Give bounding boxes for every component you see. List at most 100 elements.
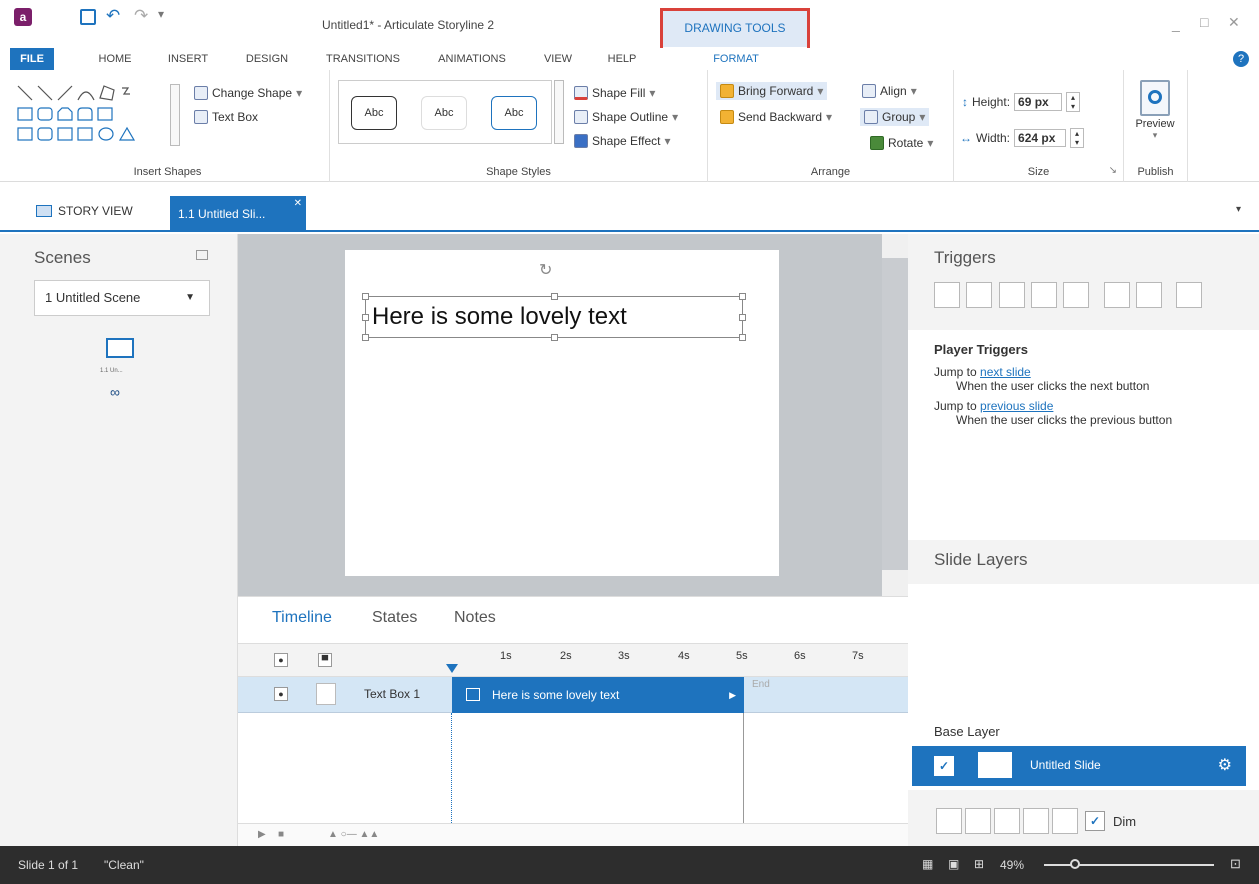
move-down-button[interactable] <box>1136 282 1163 308</box>
zoom-slider[interactable] <box>1044 859 1214 869</box>
style-sample-1[interactable]: Abc <box>351 96 397 130</box>
trigger-item-1[interactable]: Jump to next slide When the user clicks … <box>934 365 1233 393</box>
close-tab-icon[interactable]: ✕ <box>294 186 302 222</box>
tab-notes[interactable]: Notes <box>454 609 496 627</box>
move-up-button[interactable] <box>1103 282 1130 308</box>
minimize-button[interactable]: _ <box>1172 16 1180 32</box>
dim-checkbox[interactable]: ✓ <box>1085 811 1105 831</box>
undo-icon[interactable]: ↶ <box>106 6 120 26</box>
lock-icon[interactable]: ▀ <box>318 653 332 667</box>
shape-outline-button[interactable]: Shape Outline ▾ <box>574 110 678 124</box>
save-icon[interactable] <box>80 9 96 25</box>
play-icon[interactable]: ▶ <box>258 829 266 840</box>
tab-format[interactable]: FORMAT <box>676 48 796 70</box>
timeline-row[interactable]: ● Text Box 1 Here is some lovely text ▶ … <box>238 677 908 713</box>
tab-home[interactable]: HOME <box>90 48 140 70</box>
tick-1s: 1s <box>500 650 512 662</box>
text-box-button[interactable]: Text Box <box>194 110 258 124</box>
zoom-slider-icon[interactable]: ▲ ○— ▲▲ <box>328 829 379 840</box>
size-dialog-launcher-icon[interactable]: ↘ <box>1109 165 1117 176</box>
tab-file[interactable]: FILE <box>10 48 54 70</box>
tab-states[interactable]: States <box>372 609 417 627</box>
normal-view-icon[interactable]: ▦ <box>922 857 933 871</box>
new-trigger-button[interactable] <box>934 282 960 308</box>
scenes-popout-icon[interactable] <box>196 250 208 260</box>
help-icon[interactable]: ? <box>1233 51 1249 67</box>
quick-access-menu-icon[interactable]: ▾ <box>158 7 164 21</box>
row-lock-toggle[interactable] <box>316 683 336 705</box>
group-button[interactable]: Group ▾ <box>860 108 930 126</box>
width-spinner[interactable]: ▴ ▾ <box>1070 128 1085 148</box>
trigger-item-2[interactable]: Jump to previous slide When the user cli… <box>934 399 1233 427</box>
tab-timeline[interactable]: Timeline <box>272 609 332 627</box>
width-input[interactable]: 624 px <box>1014 129 1067 147</box>
delete-layer-button[interactable] <box>1052 808 1078 834</box>
bring-forward-button[interactable]: Bring Forward ▾ <box>716 82 828 100</box>
fit-to-window-icon[interactable]: ⊡ <box>1230 856 1241 872</box>
slide-canvas[interactable]: ↻ Here is some lovely text <box>345 250 779 576</box>
preview-button[interactable]: Preview ▾ <box>1130 78 1180 148</box>
maximize-button[interactable]: □ <box>1200 14 1208 30</box>
bring-forward-label: Bring Forward <box>738 84 814 98</box>
change-shape-button[interactable]: Change Shape ▾ <box>194 86 302 100</box>
tab-story-view[interactable]: STORY VIEW <box>36 204 133 218</box>
height-spinner[interactable]: ▴ ▾ <box>1066 92 1081 112</box>
presenter-icon[interactable]: ⊞ <box>974 857 984 871</box>
slide-thumbnail[interactable] <box>106 338 134 358</box>
tab-slide[interactable]: 1.1 Untitled Sli... ✕ <box>170 196 306 232</box>
preview-label: Preview <box>1135 118 1175 130</box>
tab-transitions[interactable]: TRANSITIONS <box>316 48 410 70</box>
send-backward-button[interactable]: Send Backward ▾ <box>720 110 832 124</box>
shape-fill-button[interactable]: Shape Fill ▾ <box>574 86 655 100</box>
tab-insert[interactable]: INSERT <box>162 48 214 70</box>
paste-trigger-button[interactable] <box>1031 282 1058 308</box>
next-slide-link[interactable]: next slide <box>980 365 1031 379</box>
scene-dropdown[interactable]: 1 Untitled Scene ▼ <box>34 280 210 316</box>
playhead[interactable] <box>446 664 458 673</box>
copy-trigger-button[interactable] <box>998 282 1025 308</box>
stage-vertical-scrollbar[interactable] <box>882 234 908 596</box>
previous-slide-link[interactable]: previous slide <box>980 399 1053 413</box>
style-scroll[interactable] <box>554 80 564 144</box>
edit-trigger-button[interactable] <box>966 282 993 308</box>
timeline-header: ● ▀ 1s 2s 3s 4s 5s 6s 7s <box>238 643 908 677</box>
slide-layers-panel: Slide Layers Base Layer ✓ Untitled Slide… <box>908 540 1259 846</box>
redo-icon[interactable]: ↷ <box>134 6 148 26</box>
close-button[interactable]: ✕ <box>1228 14 1240 31</box>
scenes-panel: Scenes 1 Untitled Scene ▼ 1.1 Un... ∞ <box>0 234 238 846</box>
layer-checkbox[interactable]: ✓ <box>934 756 954 776</box>
align-button[interactable]: Align ▾ <box>862 84 917 98</box>
slide-view-icon[interactable]: ▣ <box>948 857 959 871</box>
style-sample-2[interactable]: Abc <box>421 96 467 130</box>
rotate-button[interactable]: Rotate ▾ <box>870 136 933 150</box>
title-bar: a ↶ ↷ ▾ Untitled1* - Articulate Storylin… <box>0 0 1259 48</box>
stop-icon[interactable]: ■ <box>278 829 284 840</box>
paste-layer-button[interactable] <box>1023 808 1049 834</box>
tick-7s: 7s <box>852 650 864 662</box>
shape-gallery[interactable] <box>16 84 164 146</box>
tab-animations[interactable]: ANIMATIONS <box>426 48 518 70</box>
shape-effect-button[interactable]: Shape Effect ▾ <box>574 134 671 148</box>
status-bar: Slide 1 of 1 "Clean" ▦ ▣ ⊞ 49% ⊡ <box>0 846 1259 884</box>
tab-help[interactable]: HELP <box>600 48 644 70</box>
triggers-panel: Triggers Player Triggers Jump to next sl… <box>908 234 1259 540</box>
variables-button[interactable] <box>1176 282 1203 308</box>
slide-text-box[interactable]: Here is some lovely text <box>362 293 746 341</box>
tab-view[interactable]: VIEW <box>536 48 580 70</box>
gear-icon[interactable]: ⚙ <box>1218 755 1232 775</box>
copy-layer-button[interactable] <box>994 808 1020 834</box>
gallery-scroll[interactable] <box>170 84 180 146</box>
new-layer-button[interactable] <box>936 808 962 834</box>
eye-icon[interactable]: ● <box>274 653 288 667</box>
base-layer-row[interactable]: ✓ Untitled Slide ⚙ <box>912 746 1246 786</box>
row-eye-icon[interactable]: ● <box>274 687 288 701</box>
duplicate-layer-button[interactable] <box>965 808 991 834</box>
tab-design[interactable]: DESIGN <box>238 48 296 70</box>
delete-trigger-button[interactable] <box>1063 282 1090 308</box>
height-input[interactable]: 69 px <box>1014 93 1063 111</box>
tabs-overflow-icon[interactable]: ▾ <box>1236 204 1241 215</box>
rotate-handle-icon[interactable]: ↻ <box>539 260 552 280</box>
zoom-level: 49% <box>1000 858 1025 872</box>
style-sample-3[interactable]: Abc <box>491 96 537 130</box>
timeline-bar[interactable]: Here is some lovely text ▶ <box>452 677 744 713</box>
